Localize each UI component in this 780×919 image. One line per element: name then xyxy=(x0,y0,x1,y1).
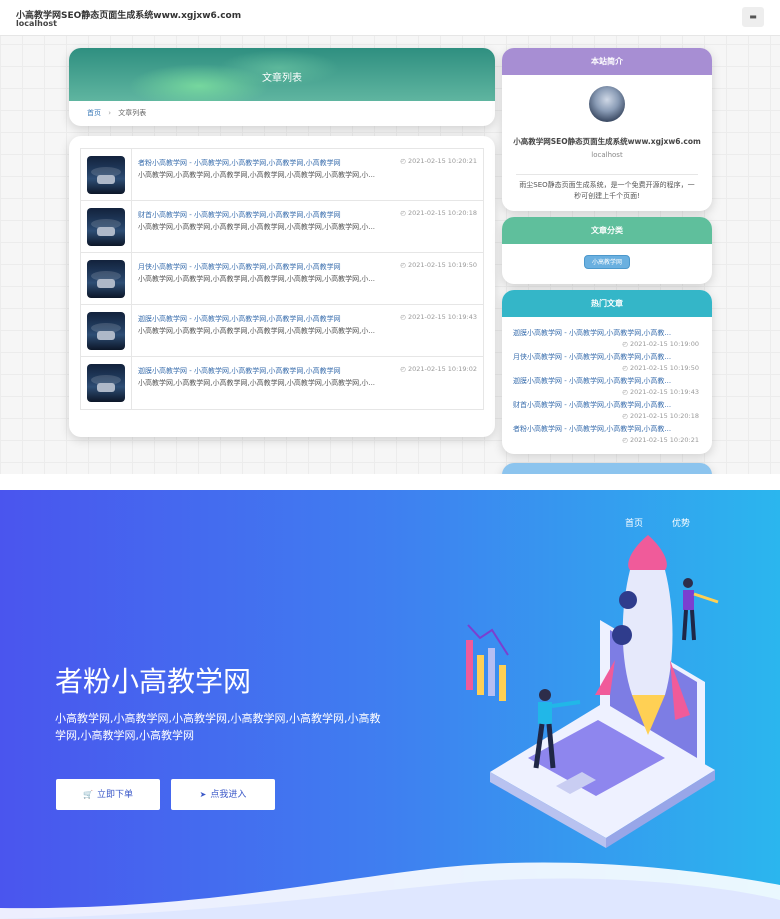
article-date: ◴ 2021-02-15 10:19:02 xyxy=(400,365,477,373)
about-host: localhost xyxy=(591,151,623,159)
article-thumbnail[interactable] xyxy=(87,208,125,246)
article-desc: 小高教学网,小高教学网,小高教学网,小高教学网,小高教学网,小高教学网,小... xyxy=(138,223,376,231)
about-desc: 雨尘SEO静态页面生成系统，是一个免费开源的程序，一秒可创建上千个页面! xyxy=(516,174,698,202)
hot-articles-widget: 热门文章 迦膜小高教学网 - 小高教学网,小高教学网,小高教... ◴ 2021-… xyxy=(502,290,712,454)
rocket-illustration xyxy=(0,535,780,919)
about-site-name: 小高教学网SEO静态页面生成系统www.xgjxw6.com xyxy=(513,137,701,146)
order-button-label: 立即下单 xyxy=(96,790,133,800)
list-item[interactable]: 财首小高教学网 - 小高教学网,小高教学网,小高教学网,小高教学网 ◴ 2021… xyxy=(81,201,483,253)
article-title[interactable]: 迦膜小高教学网 - 小高教学网,小高教学网,小高教学网,小高教学网 xyxy=(138,314,388,324)
list-item[interactable]: 迦膜小高教学网 - 小高教学网,小高教学网,小高教学网,小高教学网 ◴ 2021… xyxy=(81,357,483,409)
hot-item-title[interactable]: 月侠小高教学网 - 小高教学网,小高教学网,小高教... xyxy=(513,352,699,362)
hot-item-date: ◴ 2021-02-15 10:19:50 xyxy=(622,364,699,372)
order-button[interactable]: 🛒 立即下单 xyxy=(56,779,160,810)
breadcrumb-home[interactable]: 首页 xyxy=(87,109,101,117)
hero-desc: 小高教学网,小高教学网,小高教学网,小高教学网,小高教学网,小高教学网,小高教学… xyxy=(55,712,381,742)
hot-item[interactable]: 迦膜小高教学网 - 小高教学网,小高教学网,小高教... ◴ 2021-02-15… xyxy=(513,376,699,396)
breadcrumb-separator: › xyxy=(108,109,112,117)
article-desc: 小高教学网,小高教学网,小高教学网,小高教学网,小高教学网,小高教学网,小... xyxy=(138,171,376,179)
article-desc: 小高教学网,小高教学网,小高教学网,小高教学网,小高教学网,小高教学网,小... xyxy=(138,379,376,387)
list-item[interactable]: 者粉小高教学网 - 小高教学网,小高教学网,小高教学网,小高教学网 ◴ 2021… xyxy=(81,149,483,201)
list-item[interactable]: 迦膜小高教学网 - 小高教学网,小高教学网,小高教学网,小高教学网 ◴ 2021… xyxy=(81,305,483,357)
hot-item-title[interactable]: 迦膜小高教学网 - 小高教学网,小高教学网,小高教... xyxy=(513,376,699,386)
cart-icon: 🛒 xyxy=(83,790,93,799)
hot-item[interactable]: 者粉小高教学网 - 小高教学网,小高教学网,小高教... ◴ 2021-02-15… xyxy=(513,424,699,444)
menu-icon[interactable]: ▬ xyxy=(742,7,764,27)
hero-heading: 者粉小高教学网 xyxy=(55,665,252,698)
article-desc: 小高教学网,小高教学网,小高教学网,小高教学网,小高教学网,小高教学网,小... xyxy=(138,275,376,283)
hot-heading: 热门文章 xyxy=(502,290,712,317)
article-date: ◴ 2021-02-15 10:20:21 xyxy=(400,157,477,165)
hot-item-date: ◴ 2021-02-15 10:20:18 xyxy=(622,412,699,420)
site-header: 小高教学网SEO静态页面生成系统www.xgjxw6.com localhost… xyxy=(0,0,780,36)
article-thumbnail[interactable] xyxy=(87,156,125,194)
category-widget: 文章分类 小高教学网 xyxy=(502,217,712,284)
article-title[interactable]: 者粉小高教学网 - 小高教学网,小高教学网,小高教学网,小高教学网 xyxy=(138,158,388,168)
hot-item[interactable]: 财首小高教学网 - 小高教学网,小高教学网,小高教... ◴ 2021-02-15… xyxy=(513,400,699,420)
enter-button[interactable]: ➤ 点我进入 xyxy=(171,779,275,810)
site-host: localhost xyxy=(16,19,57,28)
list-banner-panel: 文章列表 首页 › 文章列表 xyxy=(69,48,495,126)
category-tag[interactable]: 小高教学网 xyxy=(584,255,630,269)
hot-item[interactable]: 迦膜小高教学网 - 小高教学网,小高教学网,小高教... ◴ 2021-02-15… xyxy=(513,328,699,348)
category-heading: 文章分类 xyxy=(502,217,712,244)
article-thumbnail[interactable] xyxy=(87,260,125,298)
article-title[interactable]: 迦膜小高教学网 - 小高教学网,小高教学网,小高教学网,小高教学网 xyxy=(138,366,388,376)
hot-item-title[interactable]: 财首小高教学网 - 小高教学网,小高教学网,小高教... xyxy=(513,400,699,410)
page-title: 文章列表 xyxy=(262,73,302,84)
enter-button-label: 点我进入 xyxy=(210,790,247,800)
next-widget-peek xyxy=(502,463,712,474)
about-widget: 本站简介 小高教学网SEO静态页面生成系统www.xgjxw6.com loca… xyxy=(502,48,712,211)
avatar xyxy=(589,86,625,122)
hot-item-date: ◴ 2021-02-15 10:20:21 xyxy=(622,436,699,444)
about-heading: 本站简介 xyxy=(502,48,712,75)
hot-item[interactable]: 月侠小高教学网 - 小高教学网,小高教学网,小高教... ◴ 2021-02-15… xyxy=(513,352,699,372)
article-date: ◴ 2021-02-15 10:20:18 xyxy=(400,209,477,217)
article-thumbnail[interactable] xyxy=(87,312,125,350)
article-date: ◴ 2021-02-15 10:19:43 xyxy=(400,313,477,321)
article-list: 者粉小高教学网 - 小高教学网,小高教学网,小高教学网,小高教学网 ◴ 2021… xyxy=(80,148,484,410)
hot-item-date: ◴ 2021-02-15 10:19:43 xyxy=(622,388,699,396)
article-title[interactable]: 财首小高教学网 - 小高教学网,小高教学网,小高教学网,小高教学网 xyxy=(138,210,388,220)
article-title[interactable]: 月侠小高教学网 - 小高教学网,小高教学网,小高教学网,小高教学网 xyxy=(138,262,388,272)
article-thumbnail[interactable] xyxy=(87,364,125,402)
article-date: ◴ 2021-02-15 10:19:50 xyxy=(400,261,477,269)
list-item[interactable]: 月侠小高教学网 - 小高教学网,小高教学网,小高教学网,小高教学网 ◴ 2021… xyxy=(81,253,483,305)
breadcrumb-current: 文章列表 xyxy=(118,109,147,117)
banner: 文章列表 xyxy=(69,48,495,101)
hero-section: 首页 优势 者粉小高教学网 小高教学网,小高教学网,小高教学网,小高教学网,小高… xyxy=(0,490,780,919)
hot-item-title[interactable]: 者粉小高教学网 - 小高教学网,小高教学网,小高教... xyxy=(513,424,699,434)
article-desc: 小高教学网,小高教学网,小高教学网,小高教学网,小高教学网,小高教学网,小... xyxy=(138,327,376,335)
cursor-icon: ➤ xyxy=(199,790,207,799)
hot-item-date: ◴ 2021-02-15 10:19:00 xyxy=(622,340,699,348)
article-list-page: 小高教学网SEO静态页面生成系统www.xgjxw6.com localhost… xyxy=(0,0,780,474)
breadcrumb: 首页 › 文章列表 xyxy=(87,108,146,118)
hot-item-title[interactable]: 迦膜小高教学网 - 小高教学网,小高教学网,小高教... xyxy=(513,328,699,338)
